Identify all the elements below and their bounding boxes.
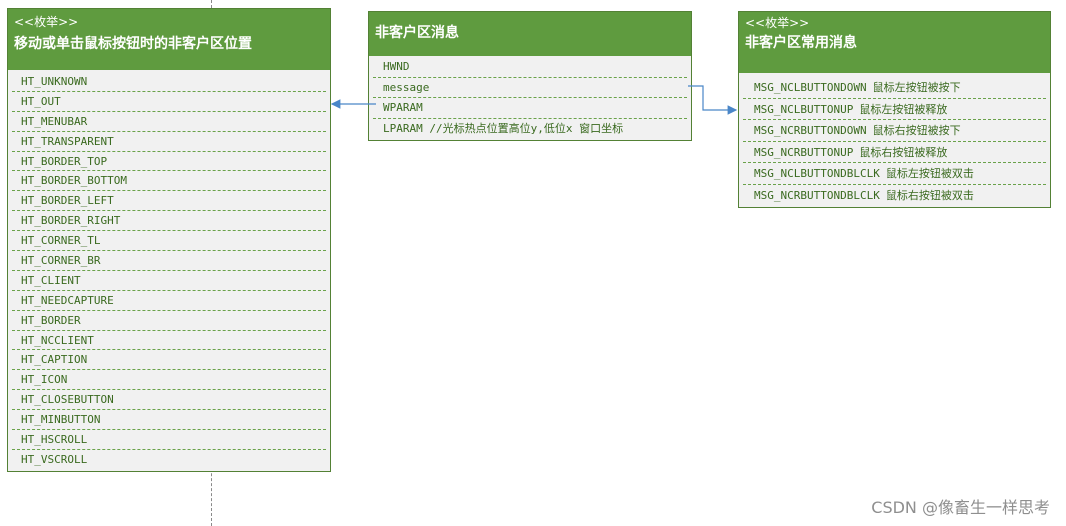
watermark: CSDN @像畜生一样思考 xyxy=(871,498,1050,517)
struct-field: LPARAM //光标热点位置高位y,低位x 窗口坐标 xyxy=(383,121,624,135)
enum-header: <<枚举>> 非客户区常用消息 xyxy=(739,12,1050,73)
struct-field: message xyxy=(373,78,687,98)
enum-item-description: 鼠标右按钮被释放 xyxy=(859,145,948,159)
struct-header: 非客户区消息 xyxy=(369,12,691,56)
enum-item-name: MSG_NCLBUTTONDOWN xyxy=(754,81,867,94)
struct-body: HWND message WPARAM LPARAM //光标热点位置高位y,低位x … xyxy=(369,56,691,139)
struct-title: 非客户区消息 xyxy=(375,25,459,41)
enum-item: HT_BORDER_BOTTOM xyxy=(12,171,326,192)
enum-item-description: 鼠标右按钮被按下 xyxy=(872,124,961,138)
enum-body: HT_UNKNOWN HT_OUT HT_MENUBAR HT_TRANSPARENT… xyxy=(8,70,330,470)
diagram-canvas: <<枚举>> 移动或单击鼠标按钮时的非客户区位置 HT_UNKNOWN HT_OU… xyxy=(0,0,1066,526)
enum-box-nc-hit-positions: <<枚举>> 移动或单击鼠标按钮时的非客户区位置 HT_UNKNOWN HT_OU… xyxy=(7,8,331,472)
struct-field: WPARAM xyxy=(373,98,687,119)
enum-item: HT_NCCLIENT xyxy=(12,331,326,351)
enum-item: MSG_NCLBUTTONDBLCLK 鼠标左按钮被双击 xyxy=(743,163,1046,185)
enum-item: HT_CLOSEBUTTON xyxy=(12,390,326,411)
enum-item: HT_BORDER_TOP xyxy=(12,152,326,172)
enum-item: HT_HSCROLL xyxy=(12,430,326,450)
enum-item-name: MSG_NCLBUTTONUP xyxy=(754,102,854,116)
enum-item: MSG_NCRBUTTONDOWN 鼠标右按钮被按下 xyxy=(743,120,1046,142)
enum-item: HT_CORNER_BR xyxy=(12,251,326,271)
enum-item: MSG_NCRBUTTONUP 鼠标右按钮被释放 xyxy=(743,142,1046,164)
enum-item: HT_CAPTION xyxy=(12,350,326,371)
enum-item-name: MSG_NCRBUTTONDOWN xyxy=(754,124,867,138)
enum-item: HT_CLIENT xyxy=(12,271,326,291)
enum-item: HT_OUT xyxy=(12,92,326,112)
enum-item-description: 鼠标左按钮被释放 xyxy=(859,102,948,116)
enum-item: HT_MENUBAR xyxy=(12,112,326,132)
enum-item: HT_VSCROLL xyxy=(21,452,88,466)
enum-item: HT_BORDER_RIGHT xyxy=(12,211,326,232)
enum-item: HT_TRANSPARENT xyxy=(12,132,326,152)
enum-header: <<枚举>> 移动或单击鼠标按钮时的非客户区位置 xyxy=(8,9,330,70)
enum-item: HT_NEEDCAPTURE xyxy=(12,291,326,311)
enum-item-description: 鼠标左按钮被双击 xyxy=(885,167,974,181)
enum-item-name: MSG_NCRBUTTONDBLCLK xyxy=(754,188,880,202)
enum-stereotype: <<枚举>> xyxy=(745,16,810,30)
enum-item-name: MSG_NCRBUTTONUP xyxy=(754,145,854,159)
enum-item: MSG_NCRBUTTONDBLCLK 鼠标右按钮被双击 xyxy=(743,185,1046,207)
enum-item: MSG_NCLBUTTONUP 鼠标左按钮被释放 xyxy=(743,99,1046,121)
enum-body: MSG_NCLBUTTONDOWN 鼠标左按钮被按下 MSG_NCLBUTTONUP… xyxy=(739,73,1050,207)
enum-item-name: MSG_NCLBUTTONDBLCLK xyxy=(754,167,880,181)
enum-box-nc-common-messages: <<枚举>> 非客户区常用消息 MSG_NCLBUTTONDOWN 鼠标左按钮被按… xyxy=(738,11,1051,208)
enum-item: HT_UNKNOWN xyxy=(12,72,326,92)
enum-stereotype: <<枚举>> xyxy=(14,15,79,29)
enum-item: HT_BORDER xyxy=(12,311,326,331)
enum-item-description: 鼠标右按钮被双击 xyxy=(885,188,974,202)
enum-item: HT_CORNER_TL xyxy=(12,231,326,252)
enum-title: 非客户区常用消息 xyxy=(745,35,857,51)
enum-item-description: 鼠标左按钮被按下 xyxy=(872,81,961,94)
enum-item: MSG_NCLBUTTONDOWN 鼠标左按钮被按下 xyxy=(743,77,1046,99)
enum-item: HT_MINBUTTON xyxy=(12,410,326,431)
enum-item: HT_BORDER_LEFT xyxy=(12,191,326,212)
struct-field: HWND xyxy=(373,57,687,78)
enum-title: 移动或单击鼠标按钮时的非客户区位置 xyxy=(14,36,252,52)
arrow-message-to-common-messages xyxy=(688,85,738,115)
enum-item: HT_ICON xyxy=(12,370,326,391)
struct-box-nc-message: 非客户区消息 HWND message WPARAM LPARAM //光标热点位置高… xyxy=(368,11,692,141)
